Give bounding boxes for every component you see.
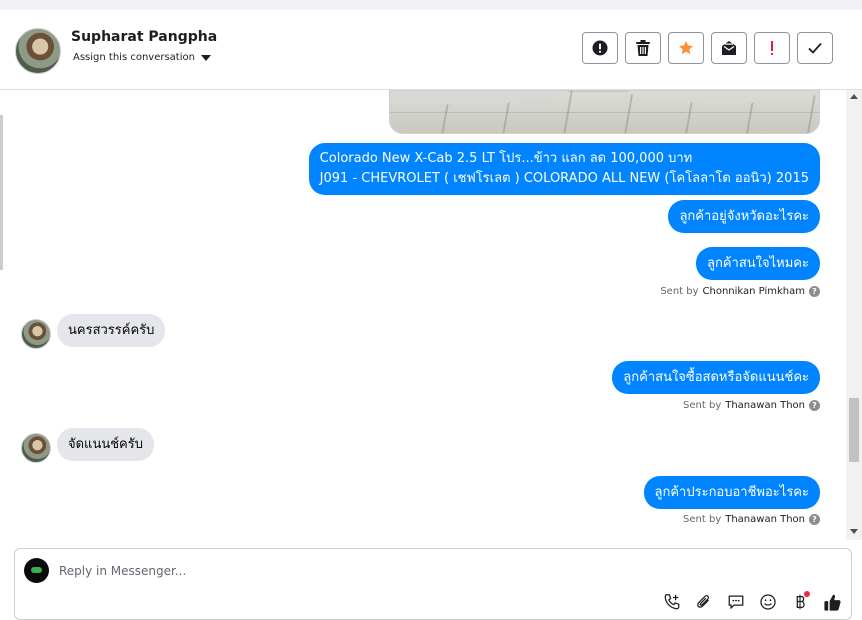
incoming-message[interactable]: นครสวรรค์ครับ <box>57 314 166 347</box>
payment-icon[interactable] <box>789 591 811 613</box>
composer-actions <box>661 591 843 613</box>
outgoing-message[interactable]: ลูกค้าสนใจไหมคะ <box>696 247 820 280</box>
trash-icon <box>636 40 650 56</box>
attachment-icon[interactable] <box>693 591 715 613</box>
message-thread: Colorado New X-Cab 2.5 LT โปร...ข้าว แลก… <box>0 90 846 540</box>
assign-conversation-dropdown[interactable]: Assign this conversation <box>73 52 211 63</box>
emoji-icon[interactable] <box>757 591 779 613</box>
saved-replies-icon[interactable] <box>725 591 747 613</box>
alert-circle-icon <box>592 40 608 56</box>
star-button[interactable] <box>668 32 704 64</box>
scroll-down-arrow-icon[interactable] <box>850 529 858 534</box>
add-call-icon[interactable] <box>661 591 683 613</box>
sent-by-label: Sent by Thanawan Thon ? <box>683 400 820 411</box>
reply-input[interactable] <box>59 561 659 581</box>
shared-photo[interactable] <box>389 90 820 134</box>
reply-composer <box>14 548 852 620</box>
contact-avatar-small <box>21 319 51 349</box>
envelope-icon <box>722 41 736 55</box>
message-line: J091 - CHEVROLET ( เชฟโรเลต ) COLORADO A… <box>319 171 809 186</box>
contact-avatar[interactable] <box>15 28 61 74</box>
outgoing-message[interactable]: ลูกค้าประกอบอาชีพอะไรคะ <box>643 476 820 509</box>
message-line: Colorado New X-Cab 2.5 LT โปร...ข้าว แลก… <box>319 151 693 166</box>
mark-unread-button[interactable] <box>711 32 747 64</box>
conversation-header: Supharat Pangpha Assign this conversatio… <box>0 10 862 90</box>
sent-by-label: Sent by Thanawan Thon ? <box>683 514 820 525</box>
sender-name: Thanawan Thon <box>725 400 805 411</box>
mark-spam-button[interactable] <box>582 32 618 64</box>
assign-label: Assign this conversation <box>73 52 195 63</box>
help-icon[interactable]: ? <box>809 514 820 525</box>
help-icon[interactable]: ? <box>809 286 820 297</box>
like-icon[interactable] <box>821 591 843 613</box>
conversation-toolbar <box>582 32 833 64</box>
checkmark-icon <box>808 42 822 54</box>
mark-done-button[interactable] <box>797 32 833 64</box>
contact-name[interactable]: Supharat Pangpha <box>71 29 217 45</box>
scrollbar-thumb[interactable] <box>849 398 859 462</box>
scroll-up-arrow-icon[interactable] <box>850 94 858 99</box>
delete-button[interactable] <box>625 32 661 64</box>
contact-avatar-small <box>21 433 51 463</box>
notification-dot <box>804 591 810 597</box>
page-avatar <box>24 558 49 583</box>
caret-down-icon <box>200 55 211 61</box>
outgoing-message-product[interactable]: Colorado New X-Cab 2.5 LT โปร...ข้าว แลก… <box>308 143 820 195</box>
help-icon[interactable]: ? <box>809 400 820 411</box>
thread-scrollbar[interactable] <box>846 90 862 540</box>
incoming-message[interactable]: จัดแนนช์ครับ <box>57 428 154 461</box>
outgoing-message[interactable]: ลูกค้าอยู่จังหวัดอะไรคะ <box>668 200 820 233</box>
star-icon <box>679 41 693 55</box>
outgoing-message[interactable]: ลูกค้าสนใจซื้อสดหรือจัดแนนช์คะ <box>612 361 820 394</box>
follow-up-button[interactable] <box>754 32 790 64</box>
sender-name: Chonnikan Pimkham <box>702 286 805 297</box>
sent-by-label: Sent by Chonnikan Pimkham ? <box>660 286 820 297</box>
exclamation-icon <box>771 41 773 55</box>
sender-name: Thanawan Thon <box>725 514 805 525</box>
